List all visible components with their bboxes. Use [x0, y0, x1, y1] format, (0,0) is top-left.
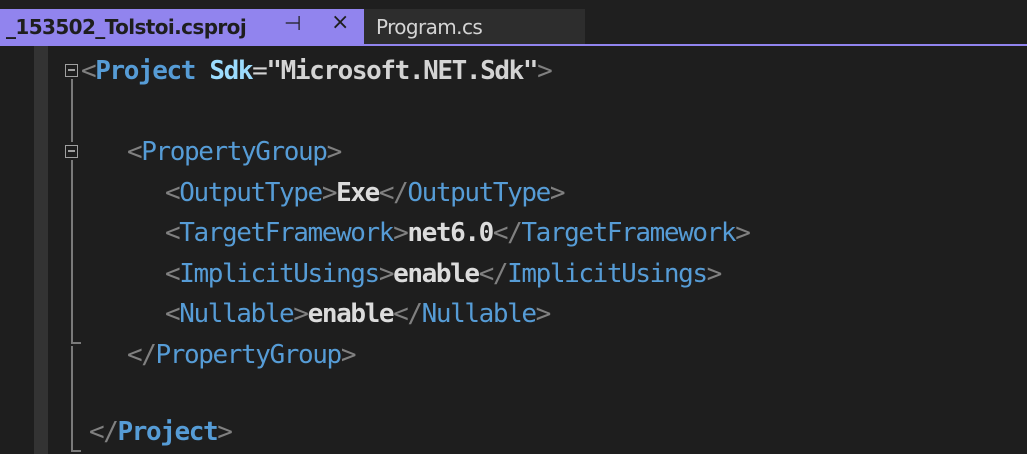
tab-csproj[interactable]: _153502_Tolstoi.csproj ⊣ ×: [0, 9, 364, 44]
code-line-10: </Project>: [89, 417, 233, 447]
close-icon[interactable]: ×: [331, 10, 349, 35]
tab-program-cs[interactable]: Program.cs: [364, 9, 585, 44]
code-line-6: <ImplicitUsings>enable</ImplicitUsings>: [165, 259, 722, 289]
pin-icon[interactable]: ⊣: [284, 11, 301, 35]
code-line-4: <OutputType>Exe</OutputType>: [165, 178, 566, 208]
code-line-5: <TargetFramework>net6.0</TargetFramework…: [165, 218, 751, 248]
fold-guide: [71, 160, 73, 342]
document-tab-bar: _153502_Tolstoi.csproj ⊣ × Program.cs: [0, 0, 1027, 44]
fold-guide: [71, 346, 73, 451]
tab-csproj-label: _153502_Tolstoi.csproj: [6, 14, 247, 39]
code-editor[interactable]: <Project Sdk="Microsoft.NET.Sdk"> <Prope…: [0, 46, 1027, 454]
code-line-3: <PropertyGroup>: [127, 137, 342, 167]
fold-guide-end: [71, 342, 81, 344]
code-line-7: <Nullable>enable</Nullable>: [165, 299, 551, 329]
fold-guide: [71, 79, 73, 142]
code-line-8: </PropertyGroup>: [127, 340, 357, 370]
collapse-propertygroup-icon[interactable]: [65, 145, 78, 158]
code-line-1: <Project Sdk="Microsoft.NET.Sdk">: [81, 56, 553, 86]
editor-gutter: [34, 46, 48, 454]
tab-program-cs-label: Program.cs: [376, 14, 483, 39]
collapse-project-icon[interactable]: [65, 64, 78, 77]
fold-guide-end: [71, 450, 81, 452]
